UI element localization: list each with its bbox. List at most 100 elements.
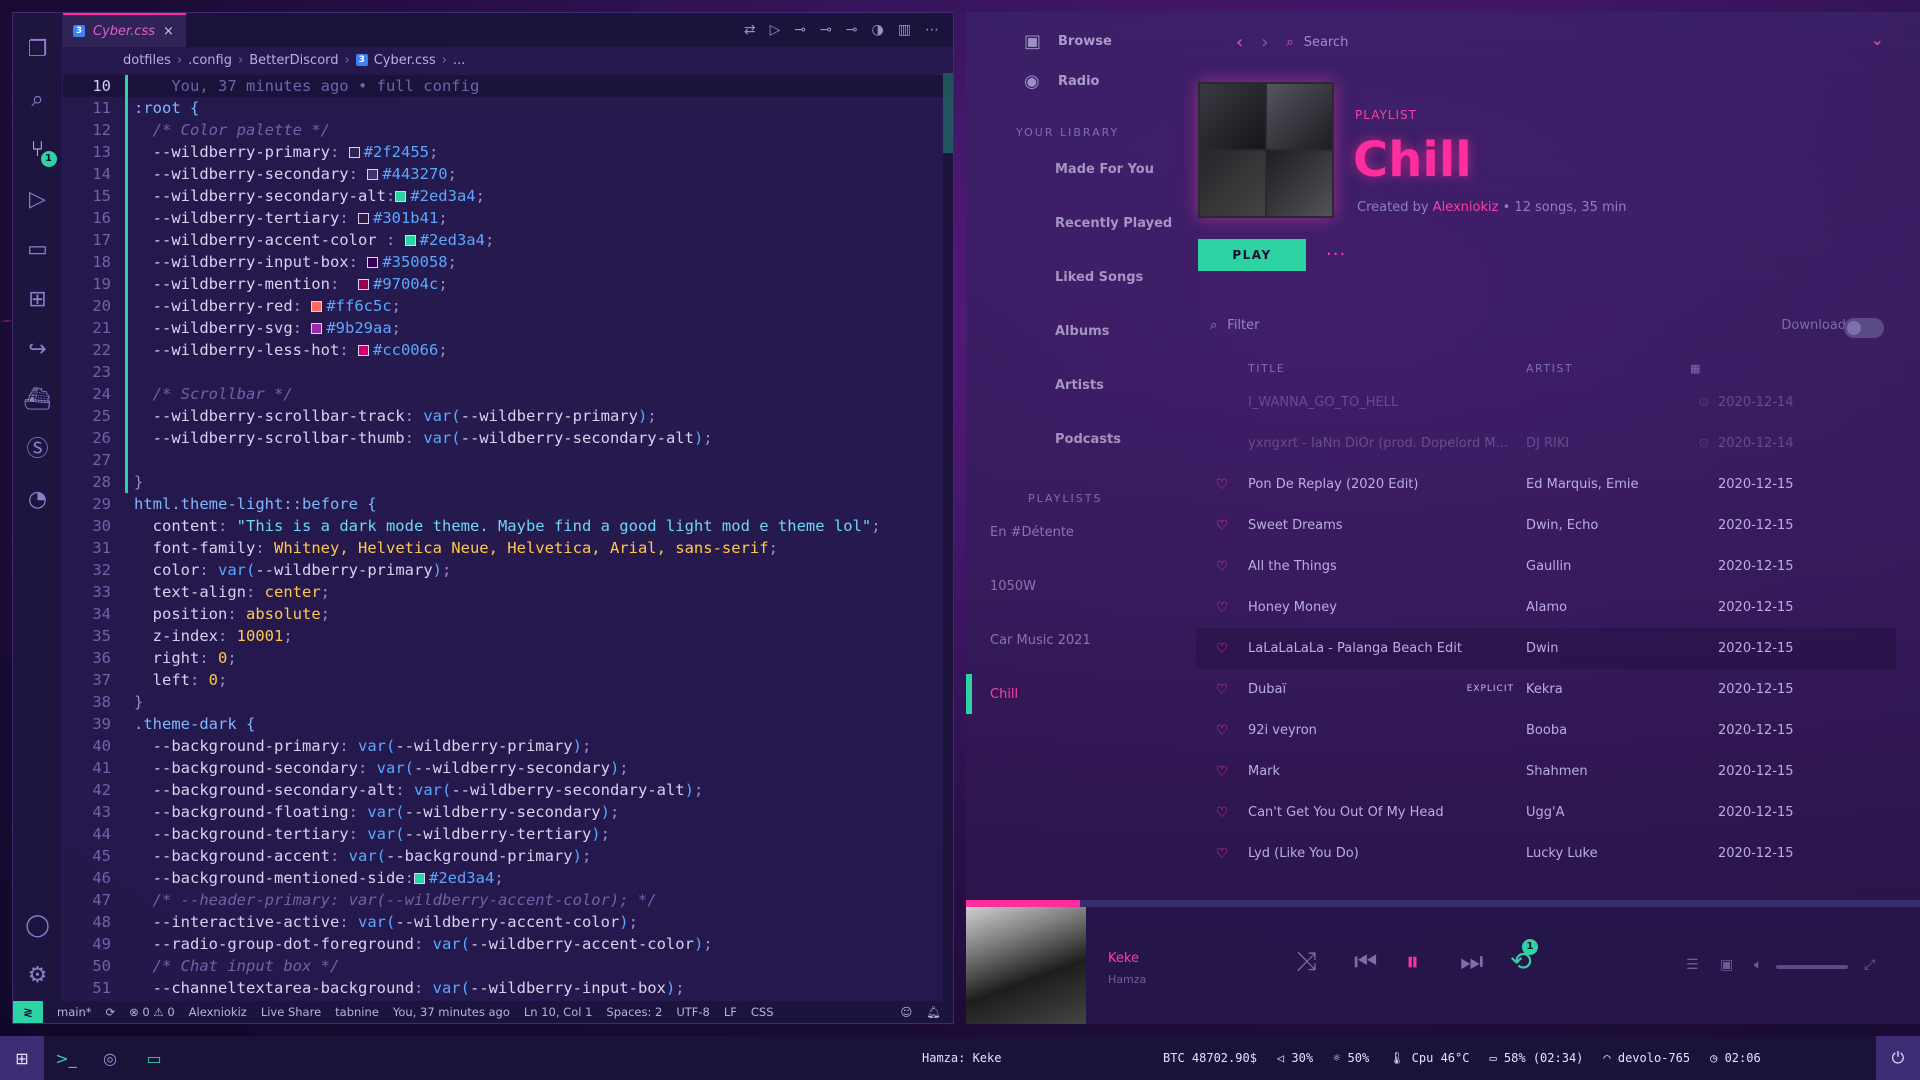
heart-icon[interactable]: ♡ (1196, 559, 1248, 575)
forward-arrow-icon[interactable]: › (1261, 32, 1268, 53)
volume-indicator[interactable]: ◁ 30% (1277, 1051, 1313, 1065)
nav-browse[interactable]: ▣ Browse (1024, 31, 1112, 52)
live-share-icon[interactable]: ↪ (23, 335, 53, 365)
column-title[interactable]: TITLE (1248, 362, 1526, 375)
track-row[interactable]: ♡ LaLaLaLaLa - Palanga Beach Edit Dwin 2020… (1196, 628, 1896, 669)
code-line[interactable]: 47 /* --header-primary: var(--wildberry-… (63, 889, 953, 911)
tab-cyber-css[interactable]: 3 Cyber.css × (63, 13, 186, 47)
docker-icon[interactable]: ⛴ (23, 385, 53, 415)
heart-icon[interactable]: ♡ (1196, 641, 1248, 657)
remote-explorer-icon[interactable]: ▭ (23, 235, 53, 265)
gear-icon[interactable]: ⚙ (23, 961, 53, 991)
search-input[interactable]: ⌕ Search (1286, 35, 1416, 50)
previous-track-icon[interactable]: ⏮︎ (1354, 947, 1377, 978)
code-line[interactable]: 31 font-family: Whitney, Helvetica Neue,… (63, 537, 953, 559)
code-line[interactable]: 10 You, 37 minutes ago • full config (63, 75, 953, 97)
track-row[interactable]: ♡ Honey Money Alamo 2020-12-15 (1196, 587, 1896, 628)
status-sync-icon[interactable]: ⟳ (105, 1005, 115, 1019)
brightness-indicator[interactable]: ☼ 50% (1333, 1051, 1369, 1065)
now-playing-title[interactable]: Keke (1108, 951, 1139, 966)
apps-grid-icon[interactable]: ⊞ (0, 1036, 44, 1080)
code-line[interactable]: 39 .theme-dark { (63, 713, 953, 735)
next-track-icon[interactable]: ⏭︎ (1460, 947, 1483, 978)
code-line[interactable]: 11:root { (63, 97, 953, 119)
heart-icon[interactable]: ♡ (1196, 477, 1248, 493)
open-changes-icon[interactable]: ◑ (872, 22, 884, 38)
track-row[interactable]: ♡ Lyd (Like You Do) Lucky Luke 2020-12-15 (1196, 833, 1896, 874)
breadcrumb-item[interactable]: .config (188, 53, 232, 68)
playback-progress-bar[interactable] (966, 900, 1920, 907)
nav-radio[interactable]: ◉ Radio (1024, 71, 1099, 92)
color-swatch[interactable] (395, 190, 407, 202)
code-line[interactable]: 19 --wildberry-mention: #97004c; (63, 273, 953, 295)
notifications-icon[interactable]: 🔔︎ (926, 1005, 941, 1019)
code-line[interactable]: 25 --wildberry-scrollbar-track: var(--wi… (63, 405, 953, 427)
fullscreen-icon[interactable]: ⤢ (1864, 957, 1875, 973)
status-branch[interactable]: main* (57, 1005, 91, 1019)
breadcrumb-item[interactable]: BetterDiscord (249, 53, 338, 68)
devices-icon[interactable]: ▣ (1720, 957, 1733, 973)
calendar-icon[interactable]: ▦ (1690, 362, 1790, 375)
now-playing-artist[interactable]: Hamza (1108, 973, 1146, 986)
code-line[interactable]: 50 /* Chat input box */ (63, 955, 953, 977)
library-albums[interactable]: Albums (1055, 324, 1109, 339)
previous-change-icon[interactable]: ⊸ (820, 22, 832, 38)
code-line[interactable]: 28} (63, 471, 953, 493)
git-graph-icon[interactable]: ◔ (23, 485, 53, 515)
code-line[interactable]: 14 --wildberry-secondary: #443270; (63, 163, 953, 185)
color-swatch[interactable] (311, 322, 323, 334)
explorer-icon[interactable]: ❐ (23, 35, 53, 65)
heart-icon[interactable]: ♡ (1196, 682, 1248, 698)
power-icon[interactable]: ⏻ (1876, 1036, 1920, 1080)
split-editor-icon[interactable]: ▥ (898, 22, 911, 38)
status-user[interactable]: Alexniokiz (189, 1005, 247, 1019)
code-line[interactable]: 16 --wildberry-tertiary: #301b41; (63, 207, 953, 229)
scrollbar[interactable] (943, 73, 953, 1001)
color-swatch[interactable] (357, 278, 369, 290)
library-made-for-you[interactable]: Made For You (1055, 162, 1154, 177)
track-row[interactable]: ♡ Can't Get You Out Of My Head Ugg'A 2020-1… (1196, 792, 1896, 833)
code-line[interactable]: 21 --wildberry-svg: #9b29aa; (63, 317, 953, 339)
breadcrumb-item[interactable]: Cyber.css (374, 53, 436, 68)
run-debug-icon[interactable]: ▷ (23, 185, 53, 215)
playlist-item-active[interactable]: Chill (990, 687, 1018, 702)
color-swatch[interactable] (367, 256, 379, 268)
code-line[interactable]: 45 --background-accent: var(--background… (63, 845, 953, 867)
code-line[interactable]: 29 html.theme-light::before { (63, 493, 953, 515)
code-line[interactable]: 12 /* Color palette */ (63, 119, 953, 141)
track-row[interactable]: ♡ 92i veyron Booba 2020-12-15 (1196, 710, 1896, 751)
heart-icon[interactable]: ♡ (1196, 600, 1248, 616)
heart-icon[interactable]: ♡ (1196, 518, 1248, 534)
search-icon[interactable]: ⌕ (23, 85, 53, 115)
taskbar-now-playing[interactable]: Hamza: Keke (922, 1051, 1001, 1065)
track-row[interactable]: ♡ All the Things Gaullin 2020-12-15 (1196, 546, 1896, 587)
wifi-indicator[interactable]: ◠ devolo-765 (1603, 1051, 1690, 1065)
code-line[interactable]: 26 --wildberry-scrollbar-thumb: var(--wi… (63, 427, 953, 449)
stripe-icon[interactable]: Ⓢ (23, 435, 53, 465)
code-line[interactable]: 49 --radio-group-dot-foreground: var(--w… (63, 933, 953, 955)
code-line[interactable]: 48 --interactive-active: var(--wildberry… (63, 911, 953, 933)
playlist-item[interactable]: En #Détente (990, 525, 1074, 540)
run-icon[interactable]: ▷ (770, 22, 781, 38)
heart-icon[interactable]: ♡ (1196, 723, 1248, 739)
volume-slider[interactable] (1776, 965, 1848, 969)
code-line[interactable]: 33 text-align: center; (63, 581, 953, 603)
status-spaces[interactable]: Spaces: 2 (606, 1005, 662, 1019)
close-icon[interactable]: × (163, 24, 174, 39)
extensions-icon[interactable]: ⊞ (23, 285, 53, 315)
pause-icon[interactable]: ⏸︎ (1406, 947, 1419, 978)
code-line[interactable]: 44 --background-tertiary: var(--wildberr… (63, 823, 953, 845)
more-actions-icon[interactable]: ⋯ (925, 22, 939, 38)
code-line[interactable]: 27 (63, 449, 953, 471)
feedback-icon[interactable]: ☺ (900, 1005, 912, 1019)
code-line[interactable]: 13 --wildberry-primary: #2f2455; (63, 141, 953, 163)
repeat-icon[interactable]: ⟲ 1 (1510, 939, 1538, 977)
account-icon[interactable]: ◯ (23, 911, 53, 941)
library-artists[interactable]: Artists (1055, 378, 1104, 393)
code-line[interactable]: 23 (63, 361, 953, 383)
back-arrow-icon[interactable]: ‹ (1236, 32, 1243, 53)
track-row[interactable]: ♡ Pon De Replay (2020 Edit) Ed Marquis, Em… (1196, 464, 1896, 505)
heart-icon[interactable]: ♡ (1196, 764, 1248, 780)
code-editor[interactable]: 10 You, 37 minutes ago • full config 11:… (63, 73, 953, 1001)
status-encoding[interactable]: UTF-8 (676, 1005, 710, 1019)
